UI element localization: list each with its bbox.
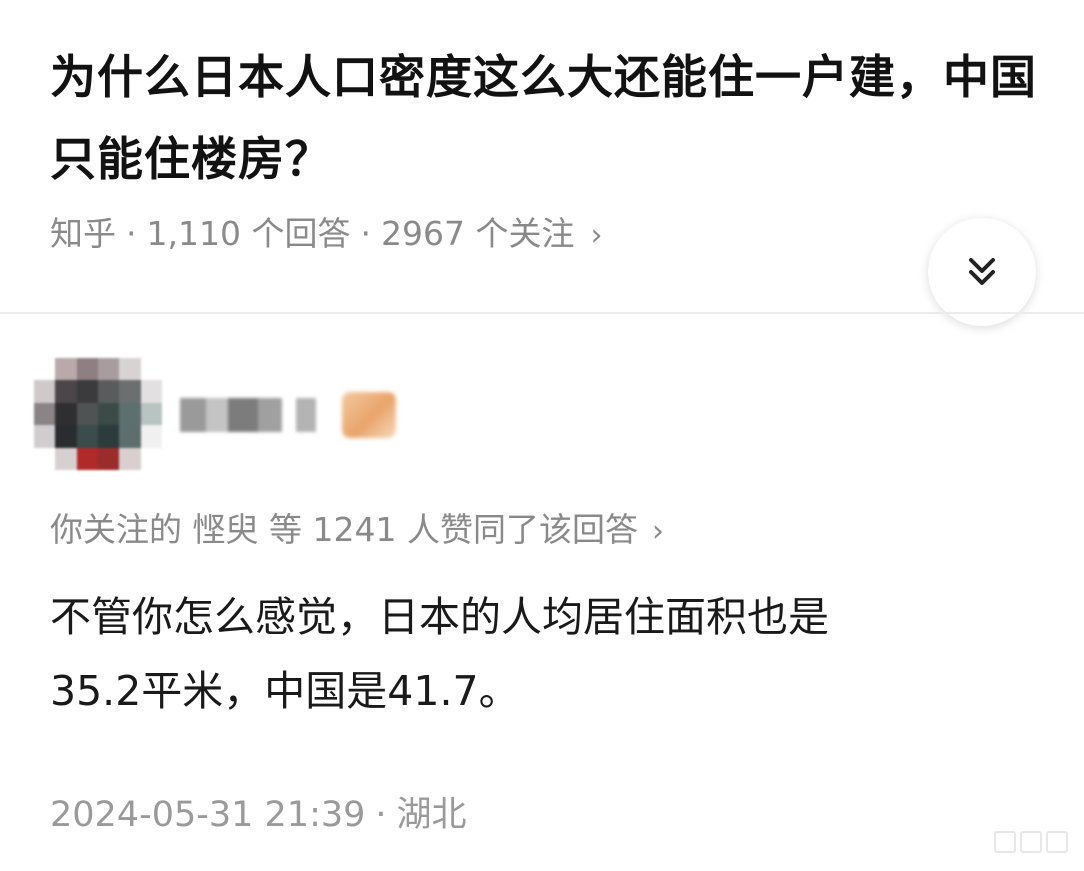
author-row[interactable] [34,358,454,474]
author-name[interactable] [180,398,316,432]
answer-body[interactable]: 不管你怎么感觉，日本的人均居住面积也是 35.2平米，中国是41.7。 [50,580,1050,728]
answer-date: 2024-05-31 21:39 [50,795,366,835]
upvote-suffix: 等 1241 人赞同了该回答 [269,510,638,549]
watermark-mark [1020,831,1042,853]
meta-separator: · [360,214,371,253]
question-meta[interactable]: 知乎 · 1,110 个回答 · 2967 个关注 › [50,210,602,260]
follow-count: 2967 个关注 [380,214,575,253]
upvote-info[interactable]: 你关注的 悭臾 等 1241 人赞同了该回答 › [50,506,664,556]
answer-line: 35.2平米，中国是41.7。 [50,667,520,715]
watermark-mark [1046,831,1068,853]
watermark [908,827,1068,857]
answer-timestamp: 2024-05-31 21:39 · 湖北 [50,790,467,840]
meta-separator: · [126,214,137,253]
meta-separator: · [375,795,387,835]
source-label: 知乎 [50,214,116,253]
question-title[interactable]: 为什么日本人口密度这么大还能住一户建，中国只能住楼房？ [50,36,1040,200]
chevron-right-icon: › [590,218,603,253]
upvote-friend[interactable]: 悭臾 [193,510,259,549]
answer-location: 湖北 [396,795,467,835]
answer-count: 1,110 个回答 [146,214,351,253]
author-badge [342,392,396,438]
chevron-right-icon: › [651,514,664,549]
upvote-prefix: 你关注的 [50,510,182,549]
answer-line: 不管你怎么感觉，日本的人均居住面积也是 [50,593,829,641]
avatar[interactable] [34,358,162,470]
watermark-mark [994,831,1016,853]
double-chevron-down-icon [969,258,995,285]
divider [0,312,1084,314]
expand-button[interactable] [928,218,1036,326]
